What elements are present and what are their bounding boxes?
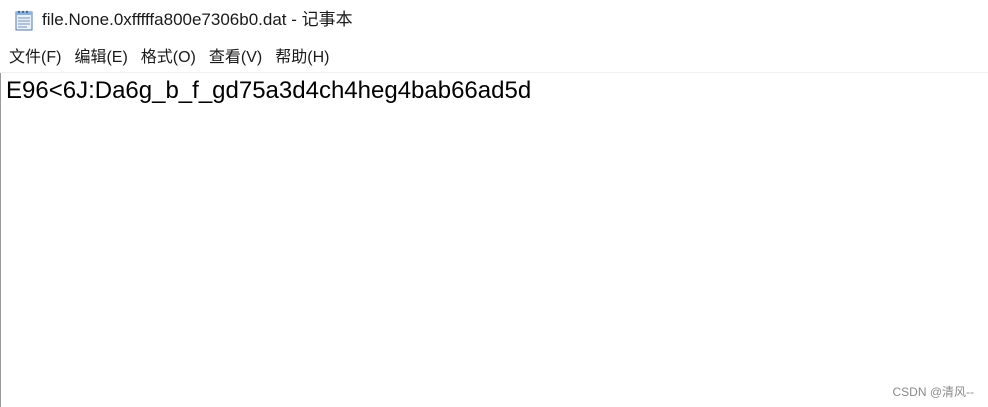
menu-bar: 文件(F) 编辑(E) 格式(O) 查看(V) 帮助(H) (0, 45, 988, 71)
menu-edit[interactable]: 编辑(E) (68, 46, 134, 70)
notepad-icon (14, 9, 34, 31)
window-title: file.None.0xfffffa800e7306b0.dat - 记事本 (42, 10, 353, 29)
notepad-window: file.None.0xfffffa800e7306b0.dat - 记事本 文… (0, 0, 988, 407)
title-bar[interactable]: file.None.0xfffffa800e7306b0.dat - 记事本 (0, 0, 988, 40)
editor-content[interactable]: E96<6J:Da6g_b_f_gd75a3d4ch4heg4bab66ad5d (6, 77, 531, 105)
watermark-text: CSDN @清风-- (892, 385, 974, 399)
menu-view[interactable]: 查看(V) (203, 46, 269, 70)
menu-help[interactable]: 帮助(H) (269, 46, 336, 70)
menu-format[interactable]: 格式(O) (135, 46, 203, 70)
editor-left-border (0, 73, 1, 407)
menu-file[interactable]: 文件(F) (0, 46, 68, 70)
text-editor-area[interactable]: E96<6J:Da6g_b_f_gd75a3d4ch4heg4bab66ad5d (0, 73, 988, 407)
